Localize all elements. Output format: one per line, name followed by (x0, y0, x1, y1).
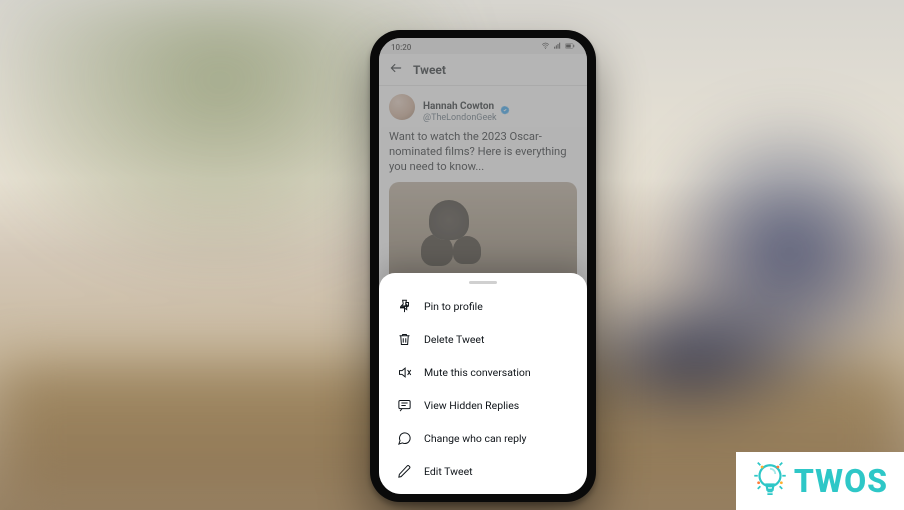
pin-icon (397, 299, 412, 314)
edit-icon (397, 464, 412, 479)
menu-item-label: Pin to profile (424, 300, 483, 313)
trash-icon (397, 332, 412, 347)
decorative-books (624, 310, 824, 430)
menu-item-label: Change who can reply (424, 432, 527, 445)
menu-item-label: Delete Tweet (424, 333, 484, 346)
menu-item-label: Mute this conversation (424, 366, 531, 379)
menu-item-label: Edit Tweet (424, 465, 473, 478)
replies-icon (397, 398, 412, 413)
action-sheet: Pin to profile Delete Tweet Mute this co… (379, 273, 587, 494)
menu-item-hidden-replies[interactable]: View Hidden Replies (379, 389, 587, 422)
watermark: TWOS (736, 452, 904, 510)
menu-item-delete[interactable]: Delete Tweet (379, 323, 587, 356)
menu-item-label: View Hidden Replies (424, 399, 519, 412)
lightbulb-icon (752, 460, 788, 502)
menu-item-pin[interactable]: Pin to profile (379, 290, 587, 323)
reply-bubble-icon (397, 431, 412, 446)
menu-item-change-reply[interactable]: Change who can reply (379, 422, 587, 455)
mute-icon (397, 365, 412, 380)
menu-item-mute[interactable]: Mute this conversation (379, 356, 587, 389)
sheet-grabber[interactable] (469, 281, 497, 284)
phone-screen: 10:20 Tweet (379, 38, 587, 494)
menu-item-edit[interactable]: Edit Tweet (379, 455, 587, 488)
watermark-text: TWOS (794, 462, 888, 500)
phone-frame: 10:20 Tweet (370, 30, 596, 502)
